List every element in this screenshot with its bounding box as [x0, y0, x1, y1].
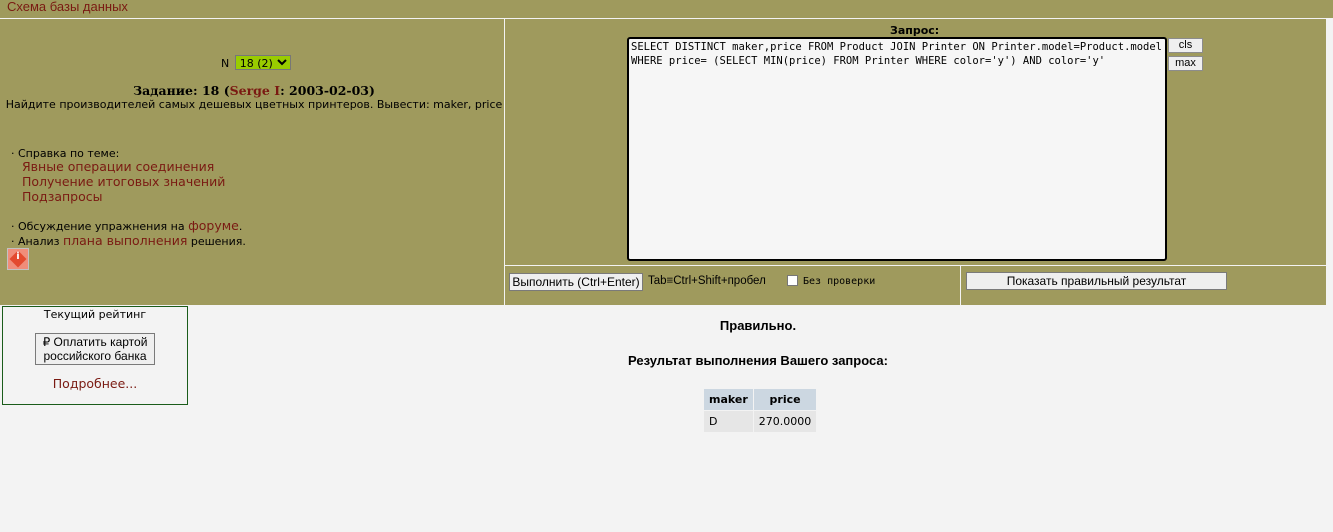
forum-prefix: · Обсуждение упражнения на [11, 220, 189, 233]
task-title: Задание: 18 (Serge I: 2003-02-03) [4, 83, 504, 98]
execute-bar: Выполнить (Ctrl+Enter) Tab≡Ctrl+Shift+пр… [505, 266, 960, 305]
author-link[interactable]: Serge I [230, 83, 280, 98]
tab-hint: Tab≡Ctrl+Shift+пробел [648, 275, 766, 287]
forum-link[interactable]: форуме [188, 218, 239, 233]
help-link-aggregates[interactable]: Получение итоговых значений [22, 174, 225, 189]
execute-button[interactable]: Выполнить (Ctrl+Enter) [509, 273, 643, 291]
task-title-suffix: : 2003-02-03) [280, 83, 375, 98]
noverify-label: Без проверки [803, 276, 876, 287]
task-title-prefix: Задание: 18 ( [133, 83, 230, 98]
query-panel: Запрос: SELECT DISTINCT maker,price FROM… [505, 19, 1326, 265]
plan-line: · Анализ плана выполнения решения. [11, 233, 246, 248]
help-link-joins[interactable]: Явные операции соединения [22, 159, 214, 174]
help-link-subqueries[interactable]: Подзапросы [22, 189, 103, 204]
info-icon[interactable]: i [7, 248, 29, 270]
result-title: Результат выполнения Вашего запроса: [628, 353, 888, 368]
task-number-label: N [221, 57, 230, 70]
cls-button[interactable]: cls [1168, 38, 1203, 53]
result-status: Правильно. [719, 318, 797, 333]
max-button[interactable]: max [1168, 56, 1203, 71]
task-description: Найдите производителей самых дешевых цве… [5, 98, 503, 111]
cell-maker: D [704, 411, 753, 432]
noverify-checkbox[interactable] [787, 275, 798, 286]
column-header-price: price [753, 389, 817, 410]
info-letter: i [16, 251, 20, 262]
column-header-maker: maker [704, 389, 753, 410]
task-number-row: N 18 (2) [221, 55, 291, 70]
answer-bar: Показать правильный результат [961, 266, 1326, 305]
query-label: Запрос: [890, 24, 940, 37]
cell-price: 270.0000 [753, 411, 817, 432]
table-row: D 270.0000 [704, 411, 817, 432]
result-table: maker price D 270.0000 [703, 388, 817, 433]
plan-suffix: решения. [187, 235, 246, 248]
task-panel: N 18 (2) Задание: 18 (Serge I: 2003-02-0… [4, 19, 504, 305]
top-bar: Схема базы данных [0, 0, 1333, 18]
more-link[interactable]: Подробнее... [3, 376, 187, 391]
forum-suffix: . [238, 220, 243, 233]
schema-link[interactable]: Схема базы данных [7, 0, 128, 14]
show-correct-button[interactable]: Показать правильный результат [966, 272, 1227, 290]
plan-prefix: · Анализ [11, 235, 63, 248]
plan-link[interactable]: плана выполнения [63, 233, 187, 248]
sql-editor[interactable]: SELECT DISTINCT maker,price FROM Product… [627, 37, 1167, 261]
forum-line: · Обсуждение упражнения на форуме. [11, 218, 242, 233]
table-header-row: maker price [704, 389, 817, 410]
page-gutter [1326, 19, 1333, 305]
task-number-select[interactable]: 18 (2) [234, 55, 291, 70]
